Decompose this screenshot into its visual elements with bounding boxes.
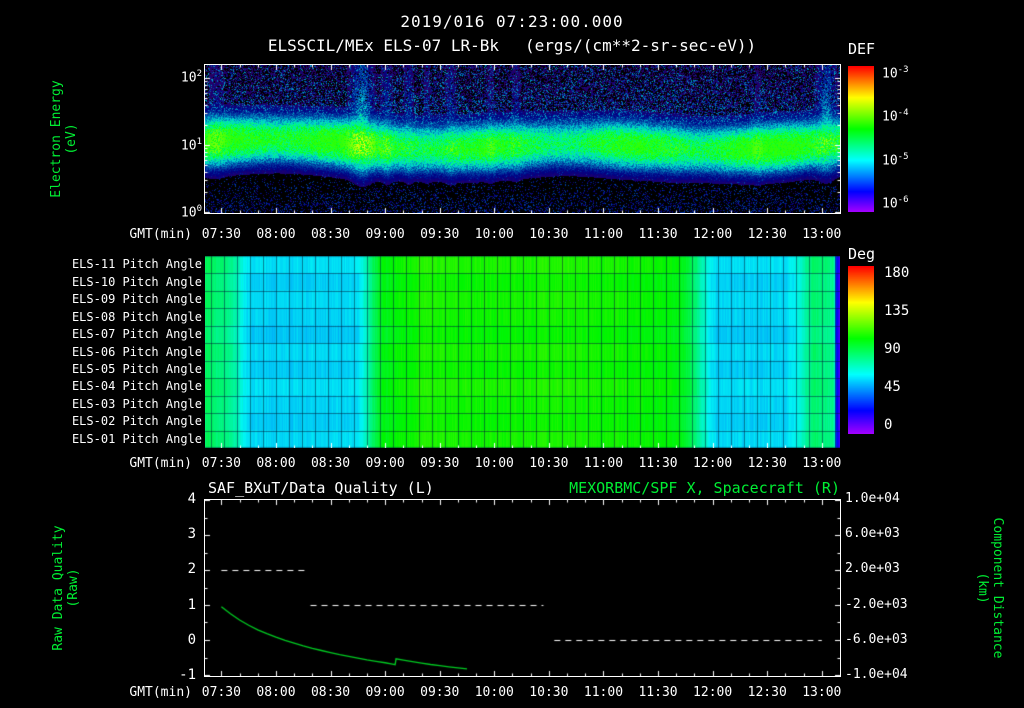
time-tick-08:00: 08:00 — [256, 685, 295, 700]
pitch-row-label-10: ELS-10 Pitch Angle — [52, 275, 202, 289]
time-tick-09:00: 09:00 — [366, 227, 405, 242]
quality-tick: 2 — [156, 561, 196, 577]
pitch-row-label-11: ELS-11 Pitch Angle — [52, 257, 202, 271]
distance-tick: 1.0e+04 — [845, 491, 925, 506]
time-tick-10:30: 10:30 — [529, 456, 568, 471]
time-tick-11:30: 11:30 — [638, 456, 677, 471]
timestamp: 2019/016 07:23:00.000 — [0, 12, 1024, 31]
electron-energy-spectrogram — [204, 64, 841, 214]
time-tick-09:30: 09:30 — [420, 456, 459, 471]
distance-tick: -6.0e+03 — [845, 632, 925, 647]
time-tick-10:00: 10:00 — [475, 456, 514, 471]
pitch-row-label-9: ELS-09 Pitch Angle — [52, 292, 202, 306]
time-axis-row-1: GMT(min) 07:30 08:00 08:30 09:00 09:30 10:00 1… — [0, 227, 1024, 243]
def-tick: 10-6 — [882, 195, 909, 211]
def-tick: 10-3 — [882, 65, 909, 81]
pitch-row-label-4: ELS-04 Pitch Angle — [52, 379, 202, 393]
time-tick-09:00: 09:00 — [366, 456, 405, 471]
time-tick-07:30: 07:30 — [202, 685, 241, 700]
time-tick-12:30: 12:30 — [748, 456, 787, 471]
time-tick-11:00: 11:00 — [584, 685, 623, 700]
quality-tick: 0 — [156, 632, 196, 648]
distance-y-axis-label-line2: (km) — [975, 518, 990, 659]
gmt-label-1: GMT(min) — [88, 227, 192, 242]
time-tick-13:00: 13:00 — [802, 685, 841, 700]
pitch-row-label-5: ELS-05 Pitch Angle — [52, 362, 202, 376]
time-tick-10:00: 10:00 — [475, 227, 514, 242]
quality-distance-plot — [204, 499, 841, 677]
spectrogram-y-axis-label: Electron Energy (eV) — [49, 80, 79, 197]
time-tick-08:30: 08:30 — [311, 685, 350, 700]
time-tick-12:30: 12:30 — [748, 227, 787, 242]
distance-tick: -2.0e+03 — [845, 597, 925, 612]
deg-tick: 0 — [884, 417, 892, 433]
distance-y-axis-label: Component Distance (km) — [975, 518, 1005, 659]
deg-tick: 45 — [884, 379, 901, 395]
time-tick-08:30: 08:30 — [311, 227, 350, 242]
time-tick-12:00: 12:00 — [693, 456, 732, 471]
distance-tick: 2.0e+03 — [845, 561, 925, 576]
time-tick-12:00: 12:00 — [693, 227, 732, 242]
time-axis-row-2: GMT(min) 07:30 08:00 08:30 09:00 09:30 10:00 1… — [0, 456, 1024, 472]
deg-tick: 90 — [884, 341, 901, 357]
time-tick-09:30: 09:30 — [420, 685, 459, 700]
time-tick-08:00: 08:00 — [256, 227, 295, 242]
deg-tick: 180 — [884, 265, 909, 281]
time-tick-12:30: 12:30 — [748, 685, 787, 700]
quality-y-axis-label-line1: Raw Data Quality — [51, 525, 66, 650]
def-tick: 10-4 — [882, 108, 909, 124]
gmt-label-2: GMT(min) — [88, 456, 192, 471]
pitch-row-label-6: ELS-06 Pitch Angle — [52, 345, 202, 359]
instrument-title: ELSSCIL/MEx ELS-07 LR-Bk — [268, 36, 499, 55]
spectrogram-y-tick: 101 — [150, 137, 202, 153]
quality-tick: -1 — [156, 667, 196, 683]
time-tick-10:30: 10:30 — [529, 227, 568, 242]
time-tick-10:00: 10:00 — [475, 685, 514, 700]
distance-y-axis-label-line1: Component Distance — [990, 518, 1005, 659]
quality-tick: 3 — [156, 526, 196, 542]
time-tick-08:30: 08:30 — [311, 456, 350, 471]
time-tick-11:30: 11:30 — [638, 227, 677, 242]
time-tick-07:30: 07:30 — [202, 456, 241, 471]
pitch-row-label-3: ELS-03 Pitch Angle — [52, 397, 202, 411]
quality-series-title: SAF_BXuT/Data Quality (L) — [208, 479, 434, 497]
distance-tick: -1.0e+04 — [845, 667, 925, 682]
spectrogram-y-tick: 102 — [150, 69, 202, 85]
time-tick-11:00: 11:00 — [584, 456, 623, 471]
time-tick-11:30: 11:30 — [638, 685, 677, 700]
time-tick-12:00: 12:00 — [693, 685, 732, 700]
time-tick-09:00: 09:00 — [366, 685, 405, 700]
pitch-row-label-1: ELS-01 Pitch Angle — [52, 432, 202, 446]
time-tick-13:00: 13:00 — [802, 227, 841, 242]
plot-screen: 2019/016 07:23:00.000 ELSSCIL/MEx ELS-07… — [0, 0, 1024, 708]
pitch-row-label-7: ELS-07 Pitch Angle — [52, 327, 202, 341]
quality-y-axis-label: Raw Data Quality (Raw) — [51, 525, 81, 650]
time-tick-10:30: 10:30 — [529, 685, 568, 700]
quality-tick: 4 — [156, 491, 196, 507]
pitch-row-label-8: ELS-08 Pitch Angle — [52, 310, 202, 324]
quality-tick: 1 — [156, 597, 196, 613]
pitch-angle-heatmap — [205, 256, 840, 448]
spacecraft-series-title: MEXORBMC/SPF X, Spacecraft (R) — [440, 479, 840, 497]
def-colorbar-title: DEF — [848, 40, 875, 58]
time-tick-09:30: 09:30 — [420, 227, 459, 242]
time-tick-08:00: 08:00 — [256, 456, 295, 471]
units-label: (ergs/(cm**2-sr-sec-eV)) — [525, 36, 756, 55]
deg-tick: 135 — [884, 303, 909, 319]
spectrogram-y-tick: 100 — [150, 204, 202, 220]
distance-tick: 6.0e+03 — [845, 526, 925, 541]
spectrogram-y-axis-label-line2: (eV) — [64, 80, 79, 197]
time-tick-13:00: 13:00 — [802, 456, 841, 471]
gmt-label-3: GMT(min) — [88, 685, 192, 700]
spectrogram-y-axis-label-line1: Electron Energy — [49, 80, 64, 197]
quality-y-axis-label-line2: (Raw) — [66, 525, 81, 650]
deg-colorbar — [848, 266, 874, 434]
time-axis-row-3: GMT(min) 07:30 08:00 08:30 09:00 09:30 10:00 1… — [0, 685, 1024, 701]
deg-colorbar-title: Deg — [848, 245, 875, 263]
time-tick-07:30: 07:30 — [202, 227, 241, 242]
def-colorbar — [848, 66, 874, 212]
time-tick-11:00: 11:00 — [584, 227, 623, 242]
pitch-row-label-2: ELS-02 Pitch Angle — [52, 414, 202, 428]
def-tick: 10-5 — [882, 152, 909, 168]
